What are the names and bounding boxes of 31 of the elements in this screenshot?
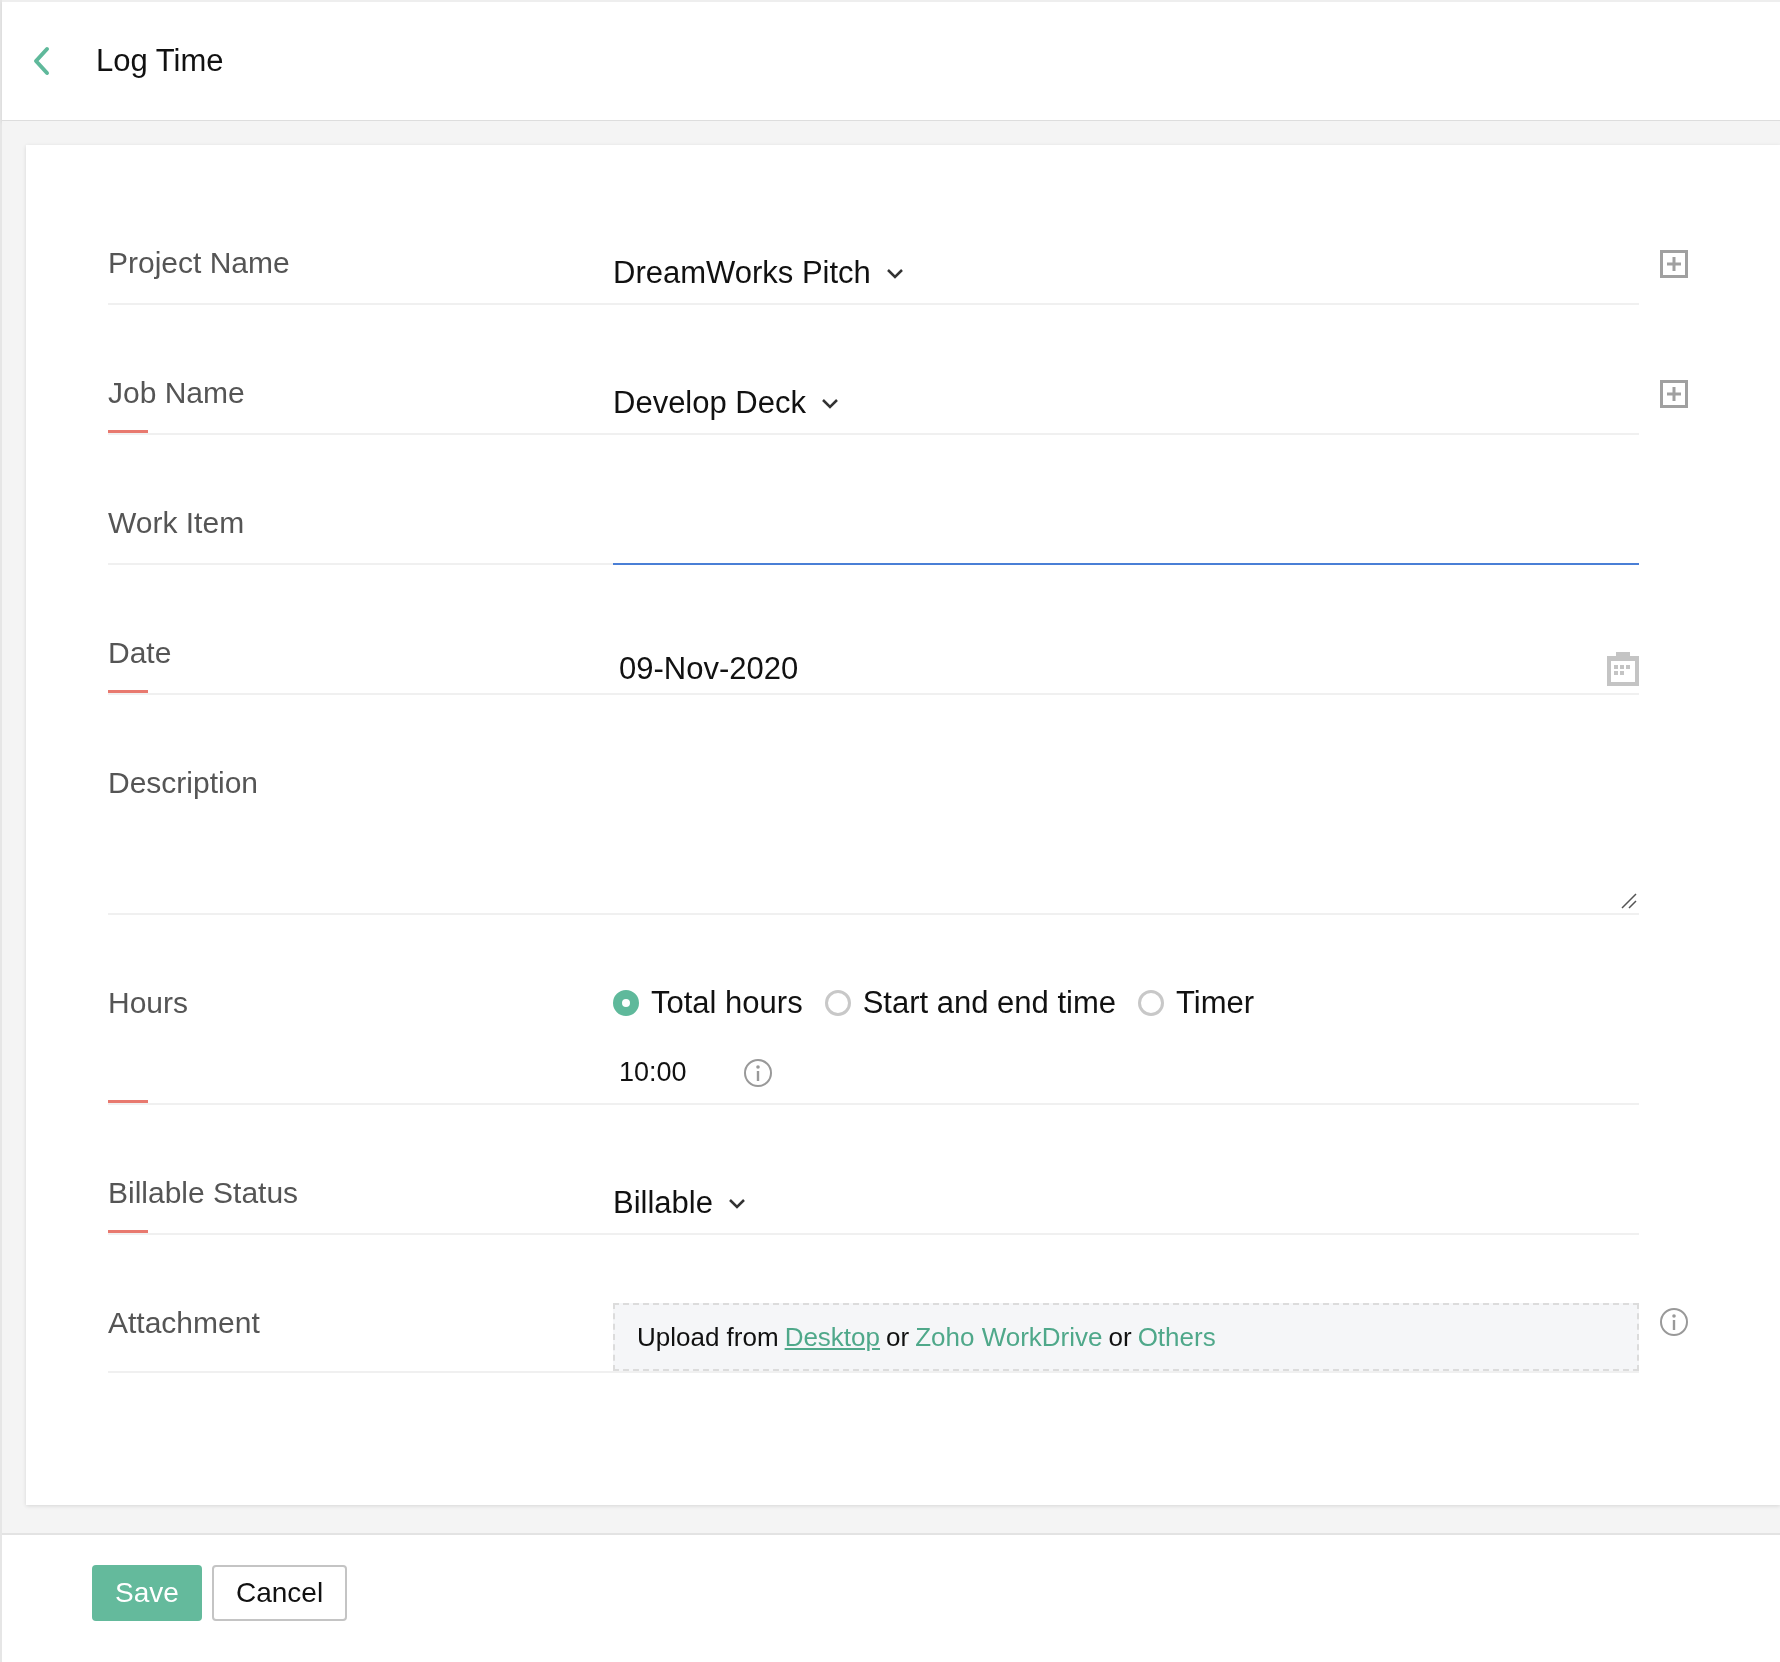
upload-text: or <box>886 1321 910 1353</box>
info-icon[interactable] <box>742 1057 773 1088</box>
cancel-button[interactable]: Cancel <box>212 1565 348 1621</box>
calendar-icon[interactable] <box>1607 652 1639 686</box>
info-icon[interactable] <box>1659 1307 1689 1337</box>
field-label: Attachment <box>108 1306 260 1339</box>
radio-option[interactable]: Total hours <box>613 985 803 1021</box>
radio-option[interactable]: Start and end time <box>824 985 1116 1021</box>
field-label: Job Name <box>108 376 245 409</box>
field-label: Hours <box>108 986 189 1019</box>
chevron-down-icon[interactable] <box>884 266 905 280</box>
field-label: Billable Status <box>108 1176 299 1209</box>
field-label: Description <box>108 766 259 799</box>
upload-text: or <box>1108 1321 1132 1353</box>
dropdown-field[interactable]: Develop Deck <box>613 383 840 433</box>
field-label: Work Item <box>108 506 245 539</box>
date-field[interactable]: 09-Nov-2020 <box>613 651 1639 693</box>
back-chevron-icon[interactable] <box>32 46 50 76</box>
page-title: Log Time <box>96 43 224 79</box>
add-icon[interactable] <box>1660 380 1688 408</box>
chevron-down-icon[interactable] <box>820 396 840 410</box>
field-label: Date <box>108 636 172 669</box>
resize-handle-icon[interactable] <box>1621 893 1637 909</box>
dropdown-field[interactable]: Billable <box>613 1183 747 1233</box>
field-label: Project Name <box>108 246 290 279</box>
radio-option[interactable]: Timer <box>1137 985 1255 1021</box>
dropdown-field[interactable]: DreamWorks Pitch <box>613 253 905 303</box>
add-icon[interactable] <box>1660 250 1688 278</box>
upload-text: Upload from <box>637 1321 779 1353</box>
chevron-down-icon[interactable] <box>726 1196 747 1210</box>
hours-value[interactable]: 10:00 <box>619 1057 687 1088</box>
